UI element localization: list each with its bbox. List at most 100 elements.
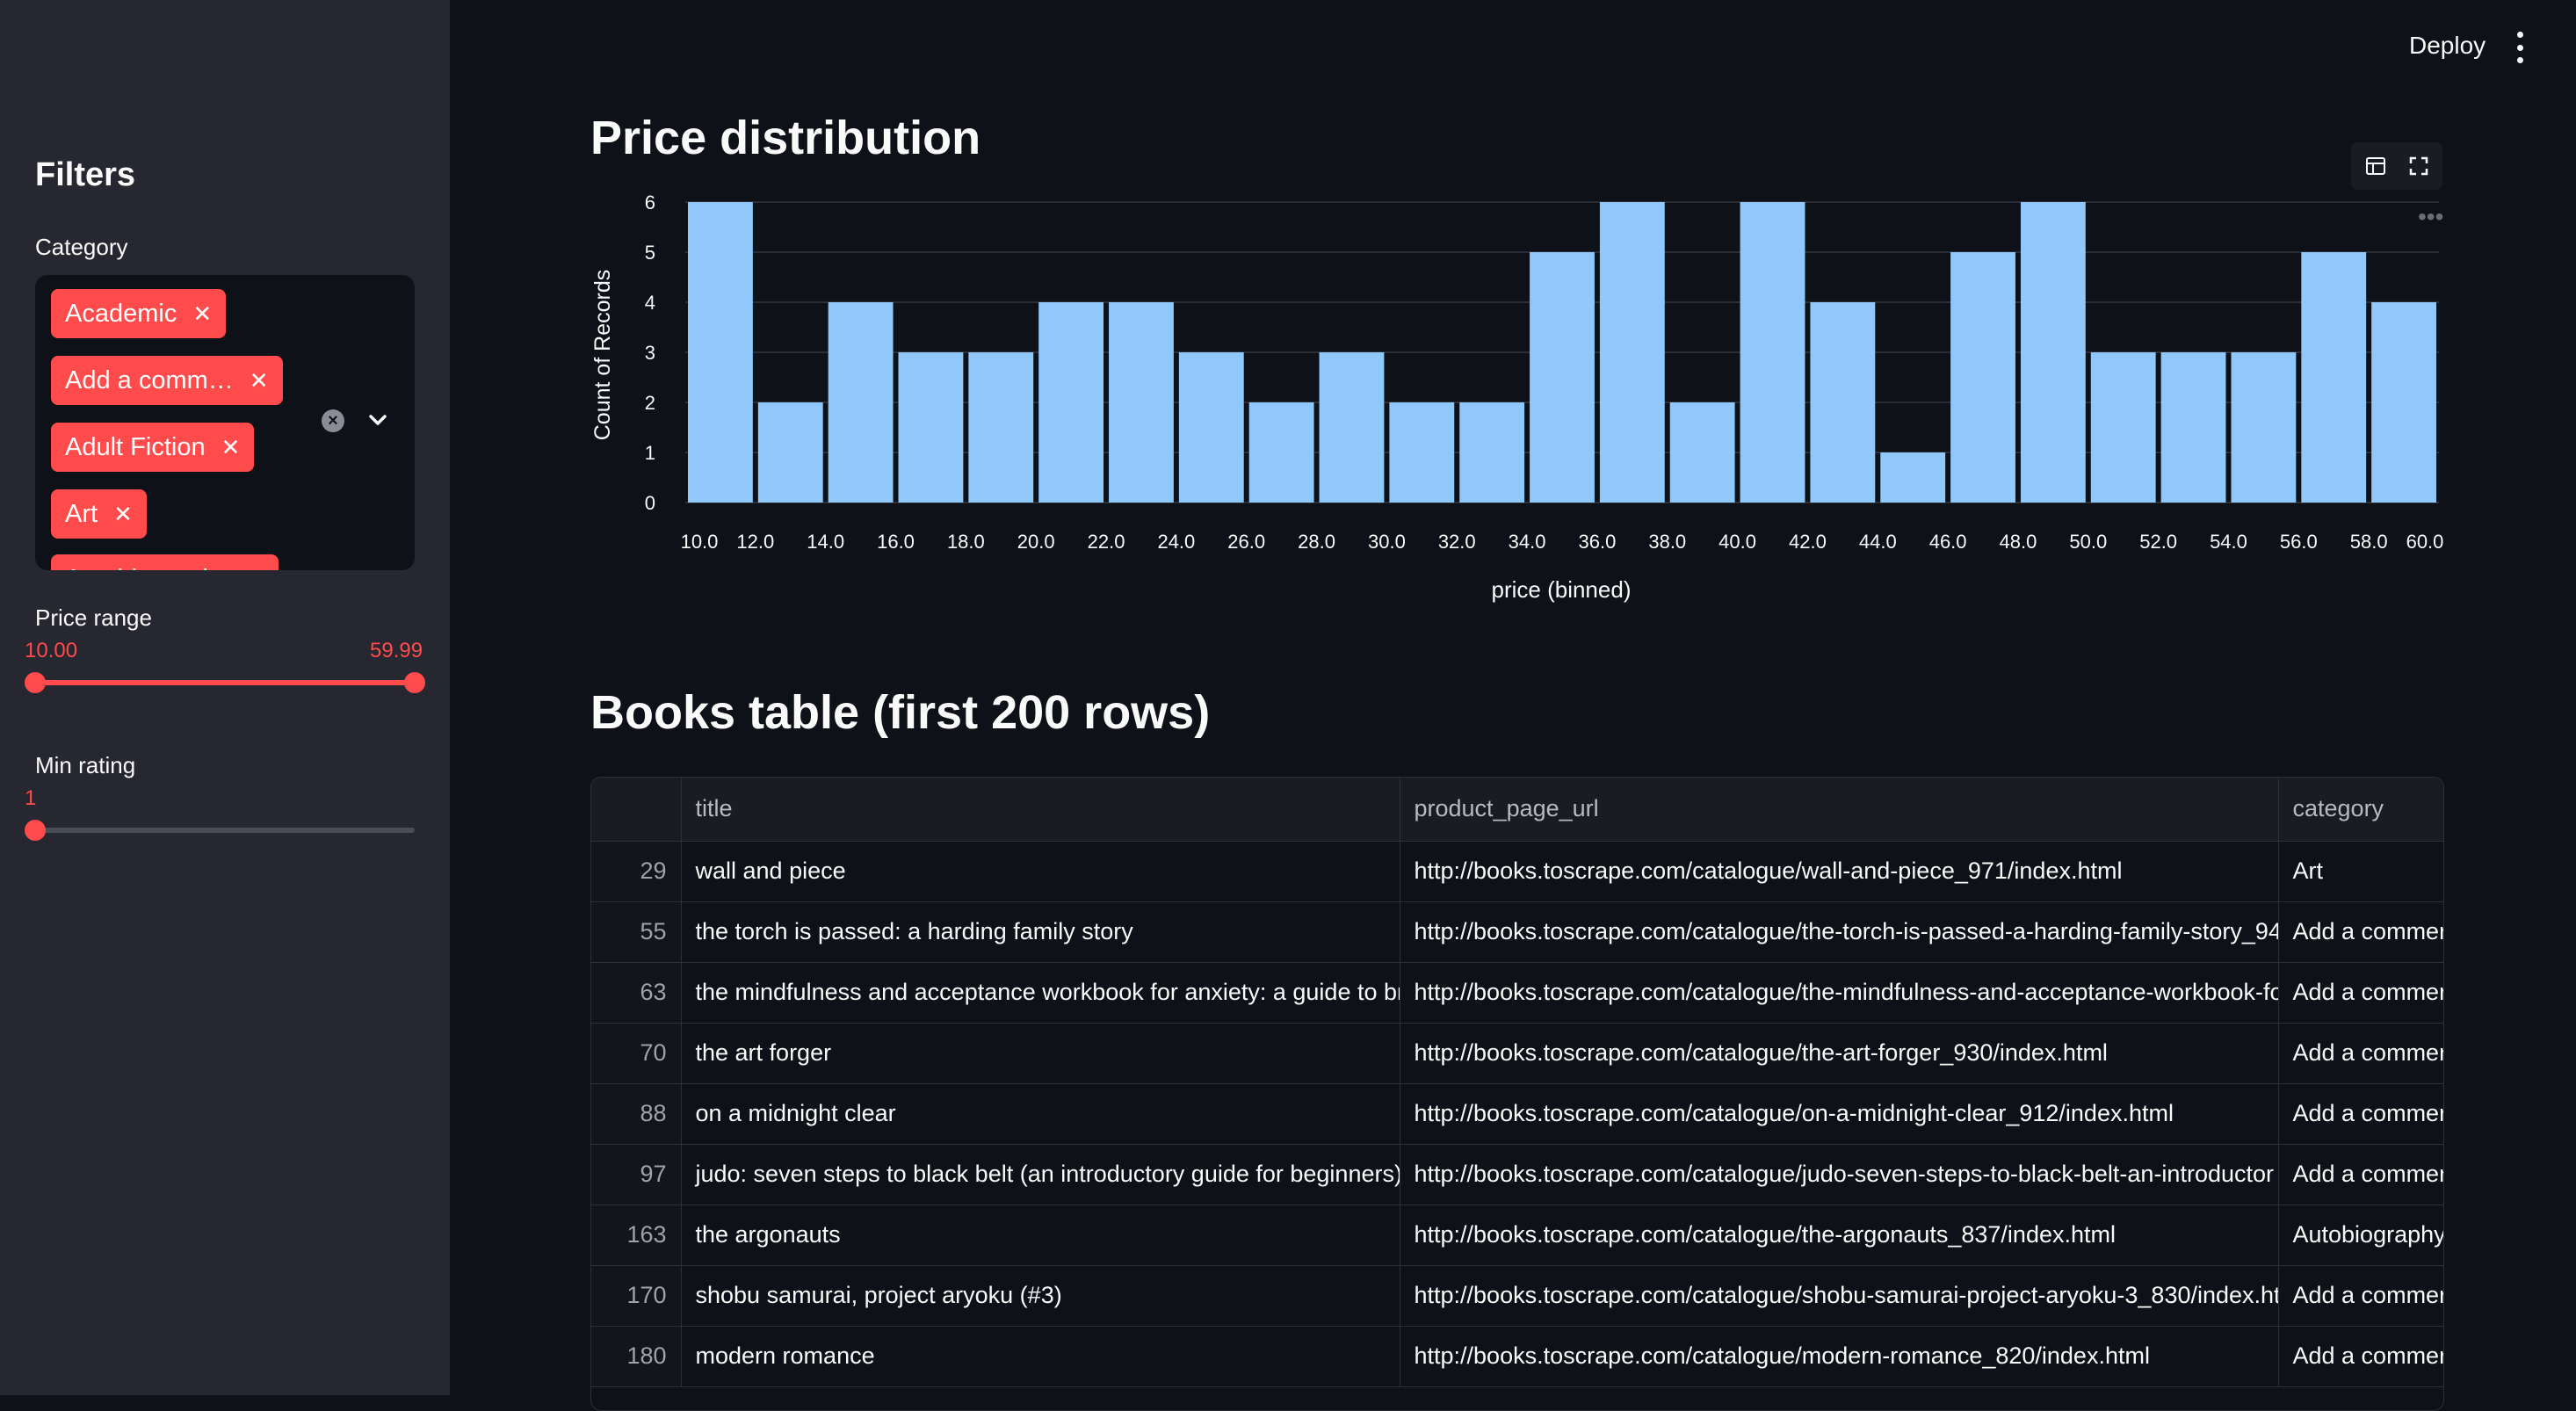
table-row[interactable]: 97 judo: seven steps to black belt (an in… [591, 1144, 2443, 1205]
cell-title[interactable]: the mindfulness and acceptance workbook … [681, 962, 1400, 1024]
cell-title[interactable]: judo: seven steps to black belt (an intr… [681, 1144, 1400, 1205]
x-tick-label: 20.0 [1017, 531, 1055, 553]
x-tick-label: 16.0 [877, 531, 915, 553]
table-row[interactable]: 88 on a midnight clear http://books.toscra… [591, 1083, 2443, 1145]
row-index[interactable]: 180 [591, 1326, 682, 1387]
table-heading: Books table (first 200 rows) [590, 686, 1211, 739]
table-view-icon[interactable] [2365, 156, 2386, 177]
row-index[interactable]: 97 [591, 1144, 682, 1205]
histogram-bar[interactable] [1248, 402, 1314, 503]
histogram-bar[interactable] [1740, 202, 1805, 503]
cell-url[interactable]: http://books.toscrape.com/catalogue/the-… [1400, 901, 2279, 963]
cell-title[interactable]: the torch is passed: a harding family st… [681, 901, 1400, 963]
histogram-bar[interactable] [1109, 302, 1174, 503]
row-index[interactable]: 170 [591, 1265, 682, 1327]
kebab-menu-icon[interactable] [2513, 32, 2527, 63]
table-row[interactable]: 55 the torch is passed: a harding family … [591, 901, 2443, 963]
cell-url[interactable]: http://books.toscrape.com/catalogue/shob… [1400, 1265, 2279, 1327]
column-header-category[interactable]: category [2278, 778, 2443, 842]
table-row[interactable]: 70 the art forger http://books.toscrape.co… [591, 1023, 2443, 1084]
x-tick-label: 40.0 [1719, 531, 1756, 553]
deploy-button[interactable]: Deploy [2409, 32, 2486, 60]
histogram-bar[interactable] [1950, 252, 2015, 503]
x-tick-label: 46.0 [1929, 531, 1967, 553]
histogram-bar[interactable] [1599, 202, 1665, 503]
histogram-bar[interactable] [1389, 402, 1455, 503]
histogram-bar[interactable] [968, 352, 1034, 503]
histogram-bar[interactable] [1810, 302, 1876, 503]
histogram-bar[interactable] [2231, 352, 2297, 503]
books-table[interactable]: title product_page_url category 29 wall a… [590, 777, 2444, 1411]
histogram-bar[interactable] [2020, 202, 2086, 503]
column-header-title[interactable]: title [681, 778, 1400, 842]
min-rating-handle[interactable] [25, 820, 46, 841]
cell-category[interactable]: Add a commer [2278, 962, 2443, 1024]
cell-category[interactable]: Autobiography [2278, 1205, 2443, 1266]
y-tick-label: 6 [645, 192, 655, 213]
cell-category[interactable]: Art [2278, 841, 2443, 902]
x-tick-label: 24.0 [1157, 531, 1195, 553]
x-tick-label: 32.0 [1438, 531, 1476, 553]
cell-category[interactable]: Add a commer [2278, 1265, 2443, 1327]
histogram-bar[interactable] [1319, 352, 1385, 503]
cell-title[interactable]: shobu samurai, project aryoku (#3) [681, 1265, 1400, 1327]
cell-title[interactable]: modern romance [681, 1326, 1400, 1387]
cell-category[interactable]: Add a commer [2278, 1326, 2443, 1387]
row-index[interactable]: 63 [591, 962, 682, 1024]
table-row[interactable]: 63 the mindfulness and acceptance workboo… [591, 962, 2443, 1024]
row-index[interactable]: 163 [591, 1205, 682, 1266]
histogram-bar[interactable] [2371, 302, 2436, 503]
cell-title[interactable]: wall and piece [681, 841, 1400, 902]
fullscreen-icon[interactable] [2409, 156, 2428, 176]
y-tick-label: 3 [645, 342, 655, 364]
x-tick-label: 42.0 [1789, 531, 1827, 553]
histogram-bar[interactable] [2090, 352, 2156, 503]
histogram-bar[interactable] [2301, 252, 2367, 503]
cell-title[interactable]: on a midnight clear [681, 1083, 1400, 1145]
cell-title[interactable]: the argonauts [681, 1205, 1400, 1266]
table-row[interactable]: 29 wall and piece http://books.toscrape.co… [591, 841, 2443, 902]
histogram-bar[interactable] [1459, 402, 1525, 503]
table-row[interactable]: 170 shobu samurai, project aryoku (#3) htt… [591, 1265, 2443, 1327]
cell-url[interactable]: http://books.toscrape.com/catalogue/mode… [1400, 1326, 2279, 1387]
cell-url[interactable]: http://books.toscrape.com/catalogue/judo… [1400, 1144, 2279, 1205]
histogram-bar[interactable] [1038, 302, 1104, 503]
cell-url[interactable]: http://books.toscrape.com/catalogue/on-a… [1400, 1083, 2279, 1145]
row-index[interactable]: 55 [591, 901, 682, 963]
row-index[interactable]: 88 [591, 1083, 682, 1145]
x-tick-label: 56.0 [2280, 531, 2318, 553]
cell-url[interactable]: http://books.toscrape.com/catalogue/the-… [1400, 1205, 2279, 1266]
cell-category[interactable]: Add a commer [2278, 1144, 2443, 1205]
x-tick-label: 34.0 [1509, 531, 1546, 553]
index-header [591, 778, 682, 842]
histogram-bar[interactable] [1880, 452, 1946, 503]
histogram-bar[interactable] [757, 402, 823, 503]
y-tick-label: 5 [645, 242, 655, 264]
row-index[interactable]: 29 [591, 841, 682, 902]
cell-url[interactable]: http://books.toscrape.com/catalogue/wall… [1400, 841, 2279, 902]
x-tick-label: 52.0 [2139, 531, 2177, 553]
histogram-bar[interactable] [1178, 352, 1244, 503]
histogram-bar[interactable] [1530, 252, 1595, 503]
x-tick-label: 60.0 [2406, 531, 2444, 553]
histogram-bar[interactable] [2160, 352, 2226, 503]
histogram-bar[interactable] [1669, 402, 1735, 503]
y-tick-label: 4 [645, 292, 655, 314]
table-row[interactable]: 180 modern romance http://books.toscrape.c… [591, 1326, 2443, 1387]
histogram-bar[interactable] [828, 302, 894, 503]
histogram-bar[interactable] [898, 352, 964, 503]
histogram-bar[interactable] [688, 202, 753, 503]
cell-title[interactable]: the art forger [681, 1023, 1400, 1084]
table-row[interactable]: 163 the argonauts http://books.toscrape.co… [591, 1205, 2443, 1266]
cell-category[interactable]: Add a commer [2278, 901, 2443, 963]
cell-category[interactable]: Add a commer [2278, 1023, 2443, 1084]
cell-url[interactable]: http://books.toscrape.com/catalogue/the-… [1400, 962, 2279, 1024]
row-index[interactable]: 70 [591, 1023, 682, 1084]
cell-category[interactable]: Add a commer [2278, 1083, 2443, 1145]
column-header-url[interactable]: product_page_url [1400, 778, 2279, 842]
cell-url[interactable]: http://books.toscrape.com/catalogue/the-… [1400, 1023, 2279, 1084]
x-tick-label: 36.0 [1579, 531, 1617, 553]
x-tick-label: 48.0 [2000, 531, 2037, 553]
more-icon[interactable]: ••• [2418, 203, 2443, 230]
min-rating-slider[interactable] [35, 828, 415, 833]
